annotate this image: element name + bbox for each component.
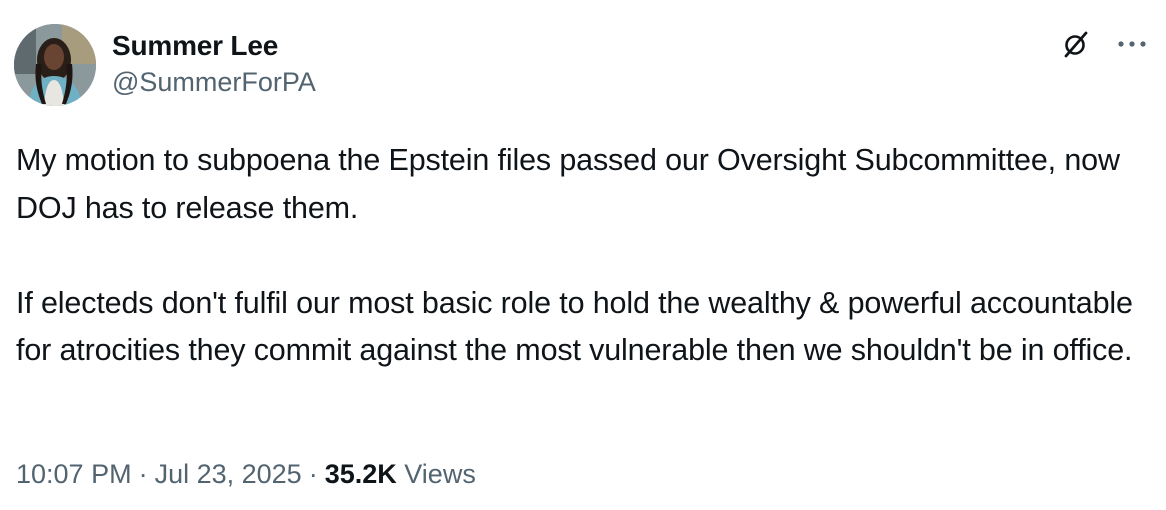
grok-icon[interactable] — [1058, 26, 1094, 62]
tweet-paragraph: My motion to subpoena the Epstein files … — [16, 143, 1129, 225]
more-options-icon[interactable] — [1114, 26, 1150, 62]
author-handle[interactable]: @SummerForPA — [112, 64, 316, 100]
views-count: 35.2K — [324, 459, 397, 489]
tweet-card: Summer Lee @SummerForPA My motion to sub… — [0, 0, 1166, 510]
tweet-time: 10:07 PM — [16, 459, 132, 489]
author-info: Summer Lee @SummerForPA — [112, 28, 316, 100]
views-stat[interactable]: 35.2K Views — [325, 459, 476, 489]
avatar[interactable] — [14, 24, 96, 106]
avatar-image — [14, 24, 96, 106]
meta-separator: · — [138, 459, 148, 489]
tweet-timestamp[interactable]: 10:07 PM · Jul 23, 2025 — [16, 459, 302, 489]
author-display-name[interactable]: Summer Lee — [112, 28, 316, 64]
tweet-actions — [1058, 26, 1150, 62]
tweet-date: Jul 23, 2025 — [154, 459, 302, 489]
meta-separator: · — [308, 459, 318, 489]
views-label: Views — [404, 459, 476, 489]
tweet-paragraph: If electeds don't fulfil our most basic … — [16, 285, 1142, 368]
tweet-text: My motion to subpoena the Epstein files … — [16, 137, 1156, 375]
tweet-meta: 10:07 PM · Jul 23, 2025 · 35.2K Views — [16, 454, 476, 494]
